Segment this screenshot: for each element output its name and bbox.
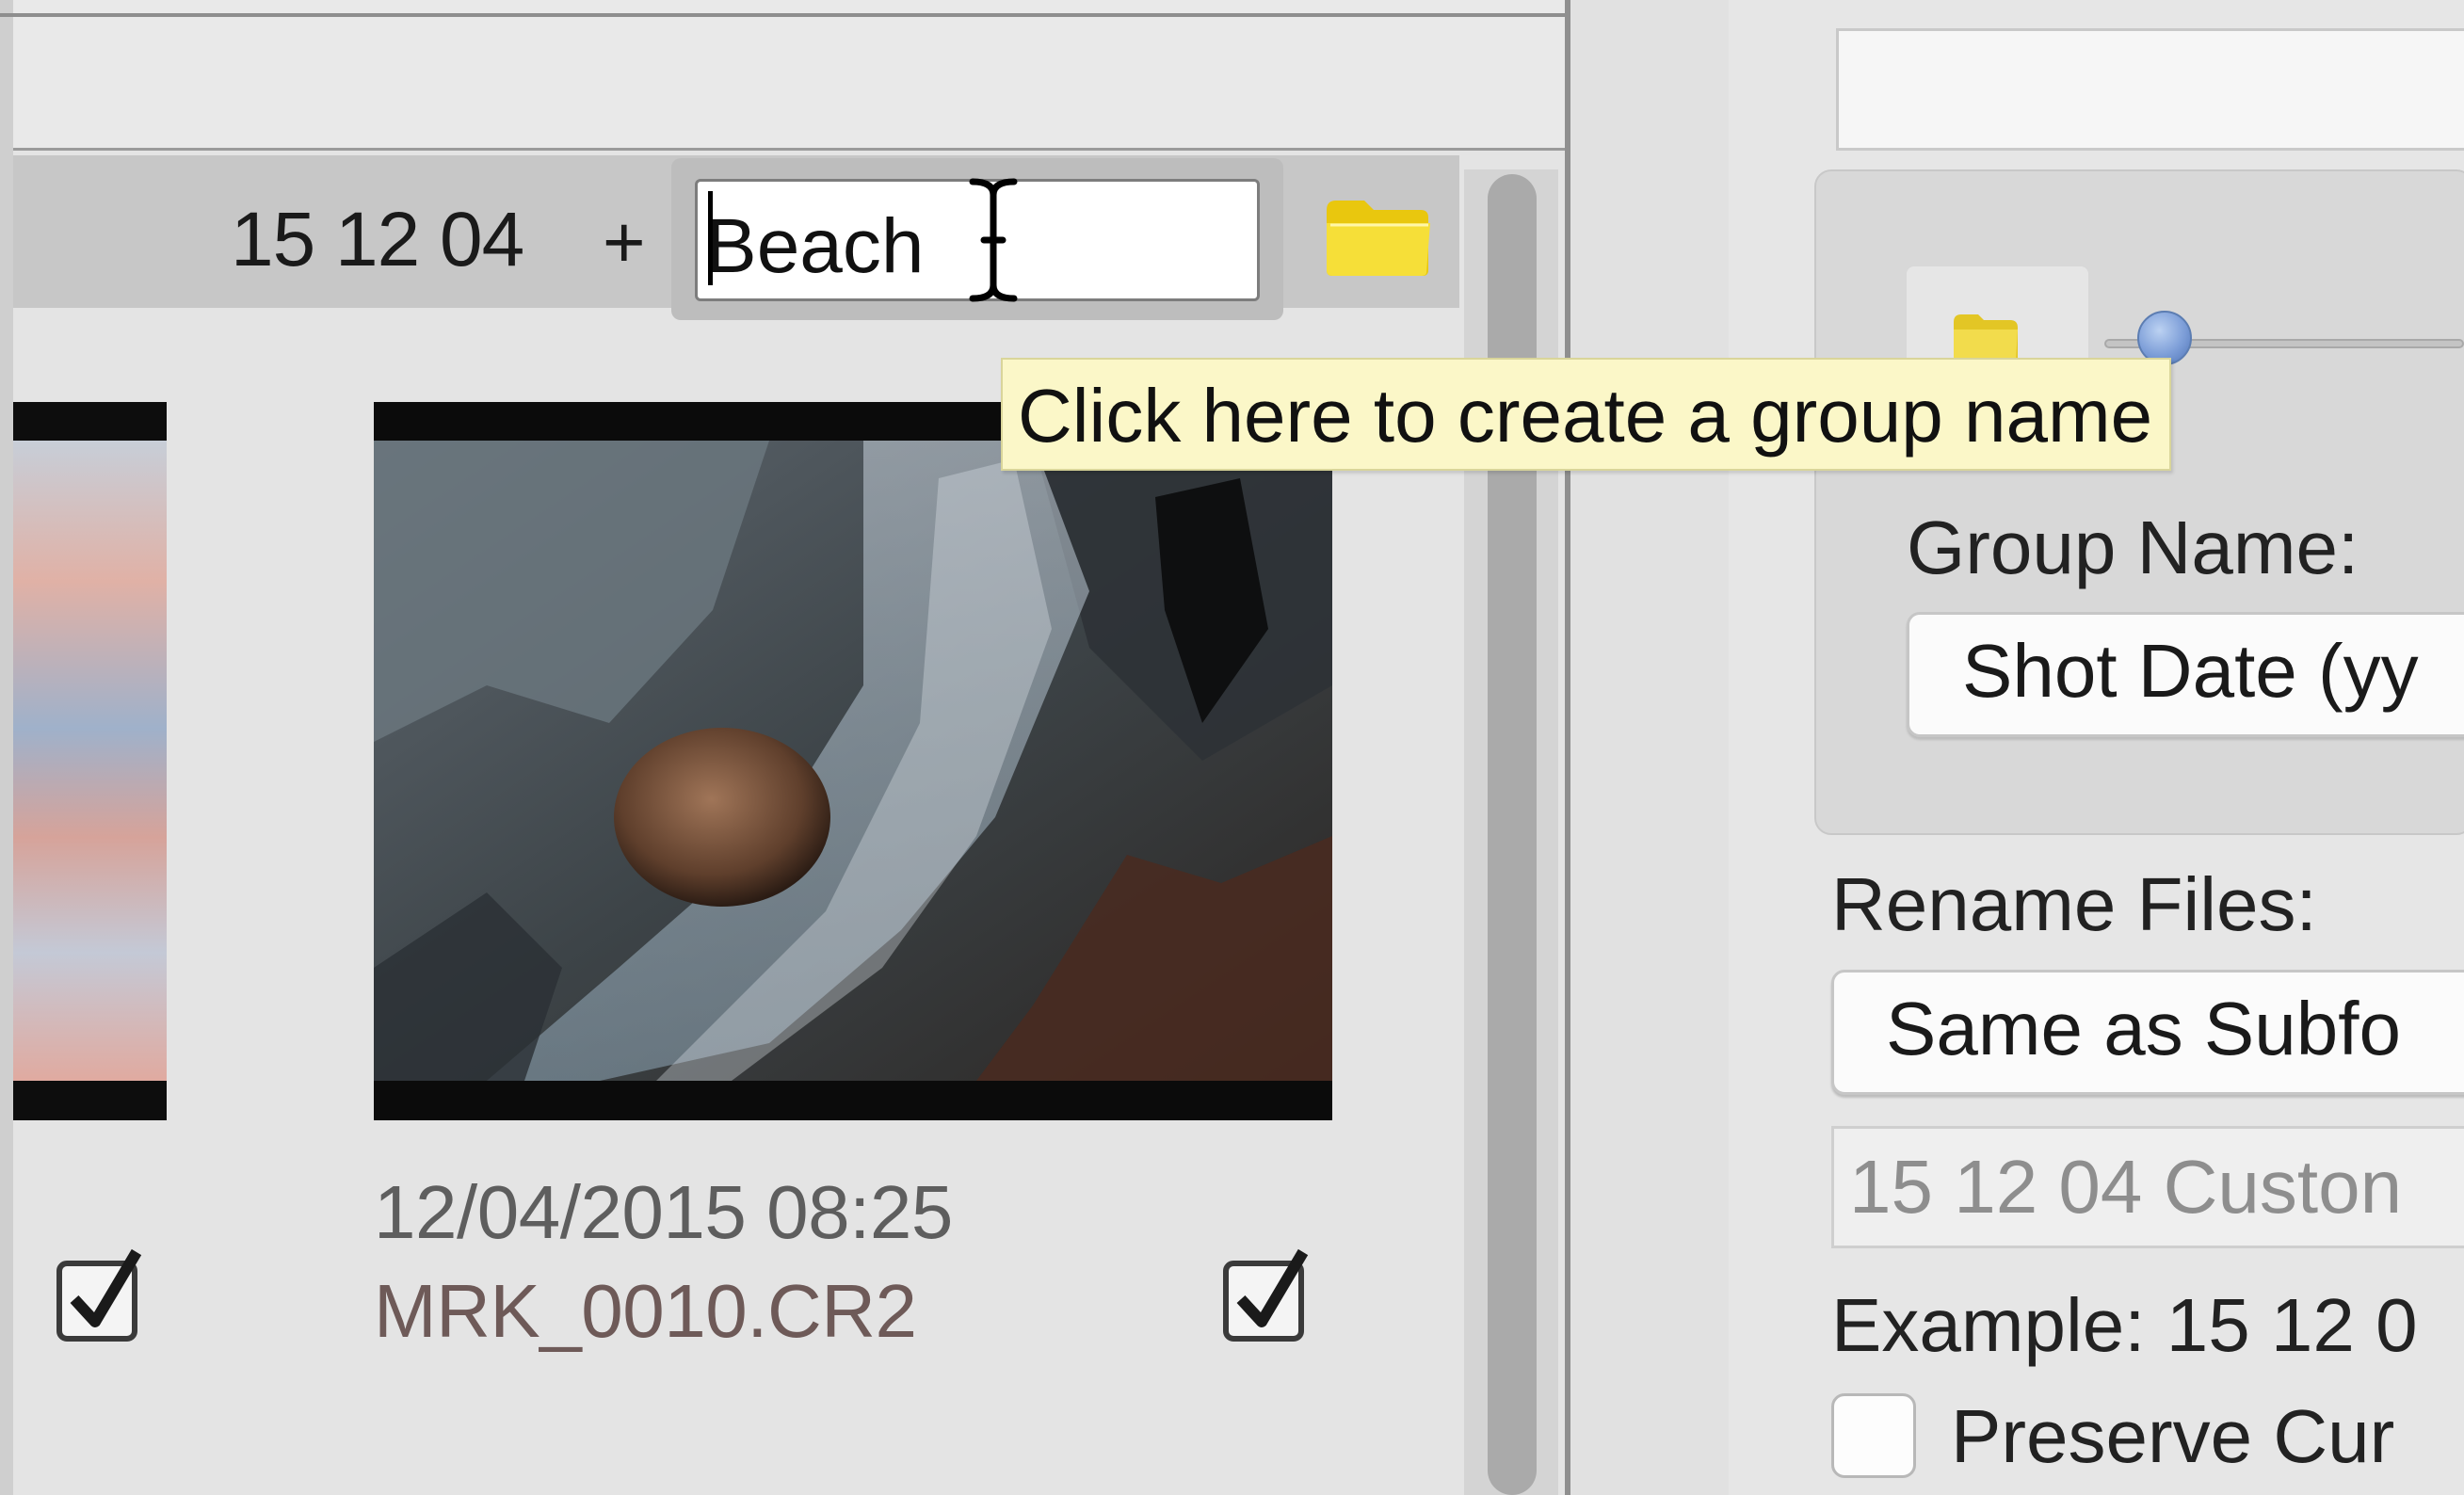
group-name-tooltip: Click here to create a group name: [1001, 358, 2172, 471]
custom-name-field[interactable]: 15 12 04 Custon: [1831, 1126, 2464, 1248]
folder-icon: [1954, 314, 2018, 360]
group-date-label: 15 12 04: [231, 197, 524, 282]
group-name-label: Group Name:: [1907, 506, 2359, 589]
thumbnail-filename: MRK_0010.CR2: [374, 1269, 917, 1353]
folder-icon[interactable]: [1323, 193, 1434, 280]
rename-files-label: Rename Files:: [1831, 862, 2317, 946]
checkbox-icon[interactable]: [1220, 1246, 1312, 1344]
ibeam-cursor-icon: [969, 178, 1018, 302]
rename-example-text: Example: 15 12 0: [1831, 1283, 2418, 1367]
thumbnail-selected-image[interactable]: [374, 441, 1332, 1081]
browser-top-strip: [13, 0, 1567, 151]
text-caret: [708, 191, 713, 285]
rename-files-select[interactable]: Same as Subfo: [1831, 970, 2464, 1095]
group-name-select[interactable]: Shot Date (yy: [1907, 612, 2464, 737]
window-top-border: [0, 13, 1570, 17]
checkbox-icon[interactable]: [54, 1246, 145, 1344]
preserve-label: Preserve Cur: [1951, 1394, 2395, 1478]
thumbnail-date: 12/04/2015 08:25: [374, 1170, 953, 1254]
options-pane-margin: [1570, 0, 1729, 1495]
group-plus-sign: +: [603, 201, 646, 283]
thumbnail-previous-image[interactable]: [13, 441, 167, 1081]
location-field[interactable]: [1836, 28, 2464, 151]
preserve-checkbox[interactable]: [1831, 1393, 1916, 1478]
